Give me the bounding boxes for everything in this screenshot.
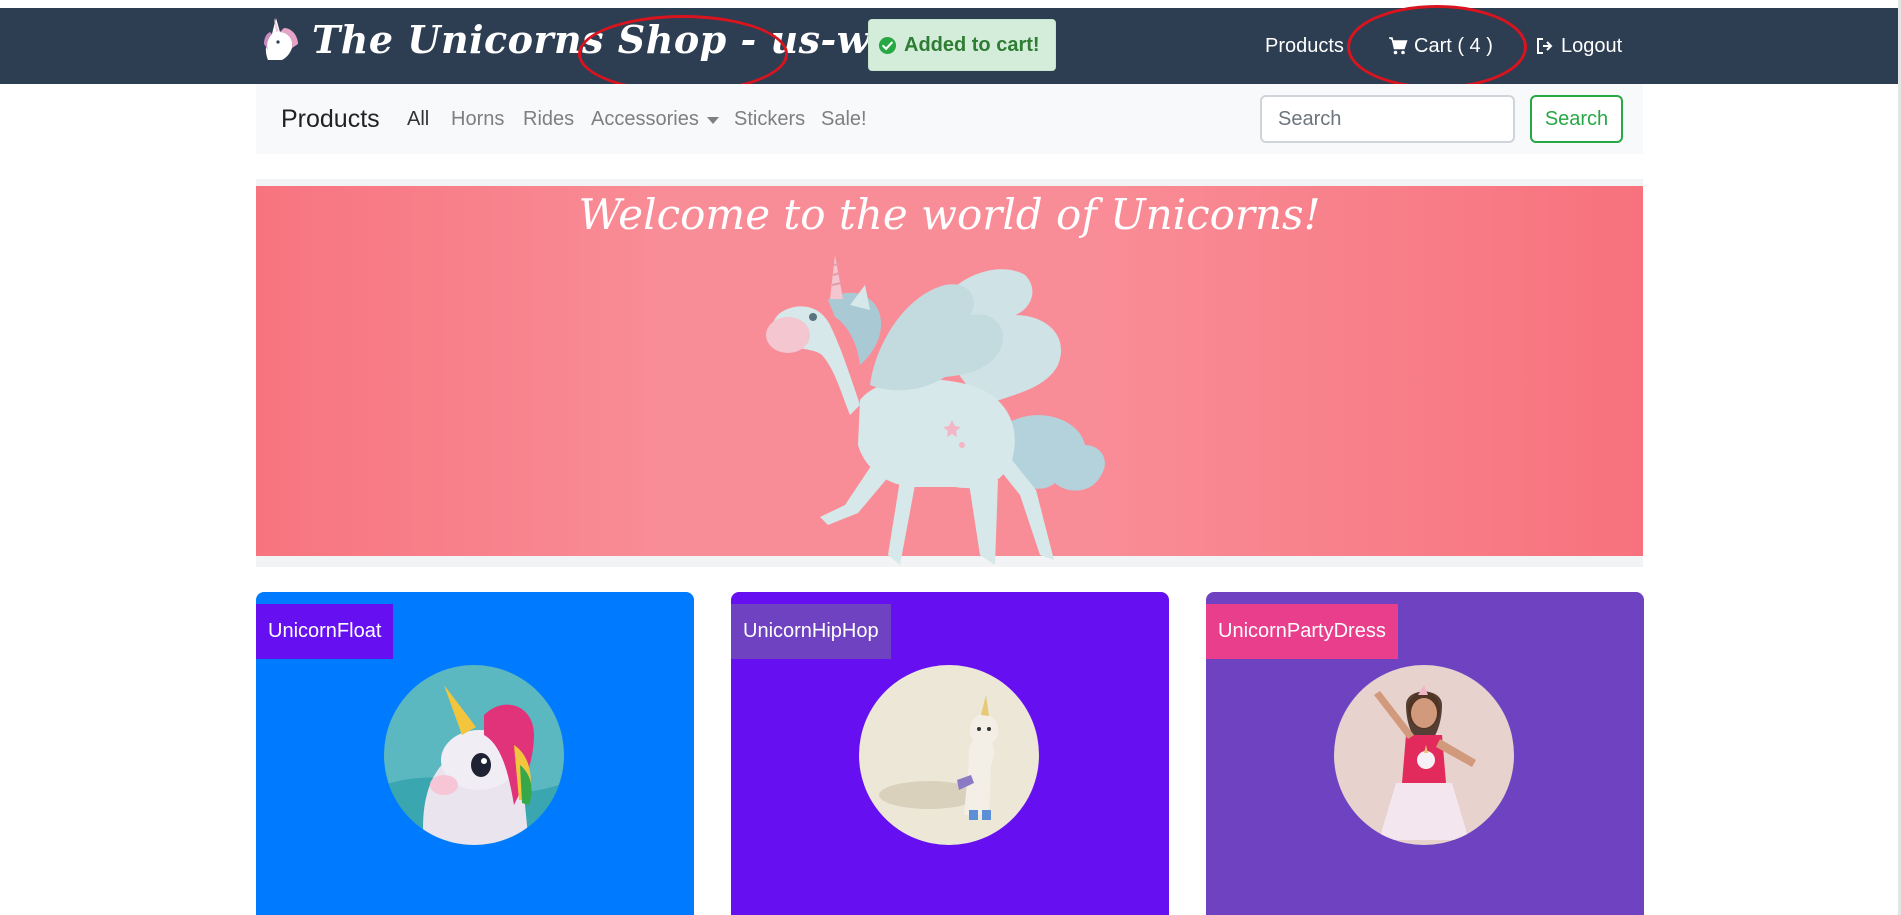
subnav-item-label: Stickers bbox=[734, 107, 806, 130]
product-name-label: UnicornHipHop bbox=[731, 604, 891, 659]
search-input[interactable] bbox=[1260, 95, 1515, 143]
product-image-unicorn-hiphop bbox=[859, 665, 1039, 845]
product-card[interactable]: UnicornPartyDress bbox=[1206, 592, 1644, 915]
product-image-unicorn-party-dress bbox=[1334, 665, 1514, 845]
sign-out-icon bbox=[1537, 38, 1553, 54]
product-name-label: UnicornPartyDress bbox=[1206, 604, 1398, 659]
product-image-unicorn-float bbox=[384, 665, 564, 845]
unicorn-logo-icon bbox=[264, 18, 298, 60]
nav-products-label: Products bbox=[1265, 34, 1344, 57]
chevron-down-icon bbox=[706, 116, 719, 124]
subnav-item-label: Horns bbox=[451, 107, 505, 130]
top-strip bbox=[0, 0, 1901, 8]
shopping-cart-icon bbox=[1389, 37, 1408, 55]
product-name-label: UnicornFloat bbox=[256, 604, 394, 659]
nav-cart-link[interactable]: Cart ( 4 ) bbox=[1388, 8, 1493, 84]
check-circle-icon bbox=[878, 36, 897, 54]
subnav-item-stickers[interactable]: Stickers bbox=[734, 84, 805, 154]
hero-title: Welcome to the world of Unicorns! bbox=[578, 190, 1321, 239]
subnav-item-label: Sale! bbox=[821, 107, 867, 130]
search-button[interactable]: Search bbox=[1530, 95, 1623, 143]
subnav-item-horns[interactable]: Horns bbox=[451, 84, 504, 154]
nav-products-link[interactable]: Products bbox=[1265, 8, 1344, 84]
added-to-cart-toast: Added to cart! bbox=[868, 19, 1056, 71]
subnav-item-sale[interactable]: Sale! bbox=[821, 84, 867, 154]
products-subnav: Products All Horns Rides Accessories Sti… bbox=[256, 84, 1643, 154]
nav-logout-link[interactable]: Logout bbox=[1535, 8, 1622, 84]
subnav-item-label: All bbox=[407, 107, 430, 130]
top-navbar: The Unicorns Shop - us-west-2 Added to c… bbox=[0, 8, 1898, 84]
toast-message: Added to cart! bbox=[904, 33, 1040, 56]
subnav-item-accessories[interactable]: Accessories bbox=[591, 84, 719, 154]
subnav-brand[interactable]: Products bbox=[281, 84, 380, 154]
subnav-item-label: Accessories bbox=[591, 107, 699, 130]
winged-unicorn-illustration bbox=[766, 255, 1105, 565]
subnav-item-label: Rides bbox=[523, 107, 575, 130]
product-card[interactable]: UnicornFloat bbox=[256, 592, 694, 915]
nav-cart-label: Cart ( 4 ) bbox=[1414, 34, 1493, 57]
subnav-item-all[interactable]: All bbox=[407, 84, 429, 154]
subnav-item-rides[interactable]: Rides bbox=[523, 84, 574, 154]
nav-logout-label: Logout bbox=[1561, 34, 1623, 57]
product-card[interactable]: UnicornHipHop bbox=[731, 592, 1169, 915]
